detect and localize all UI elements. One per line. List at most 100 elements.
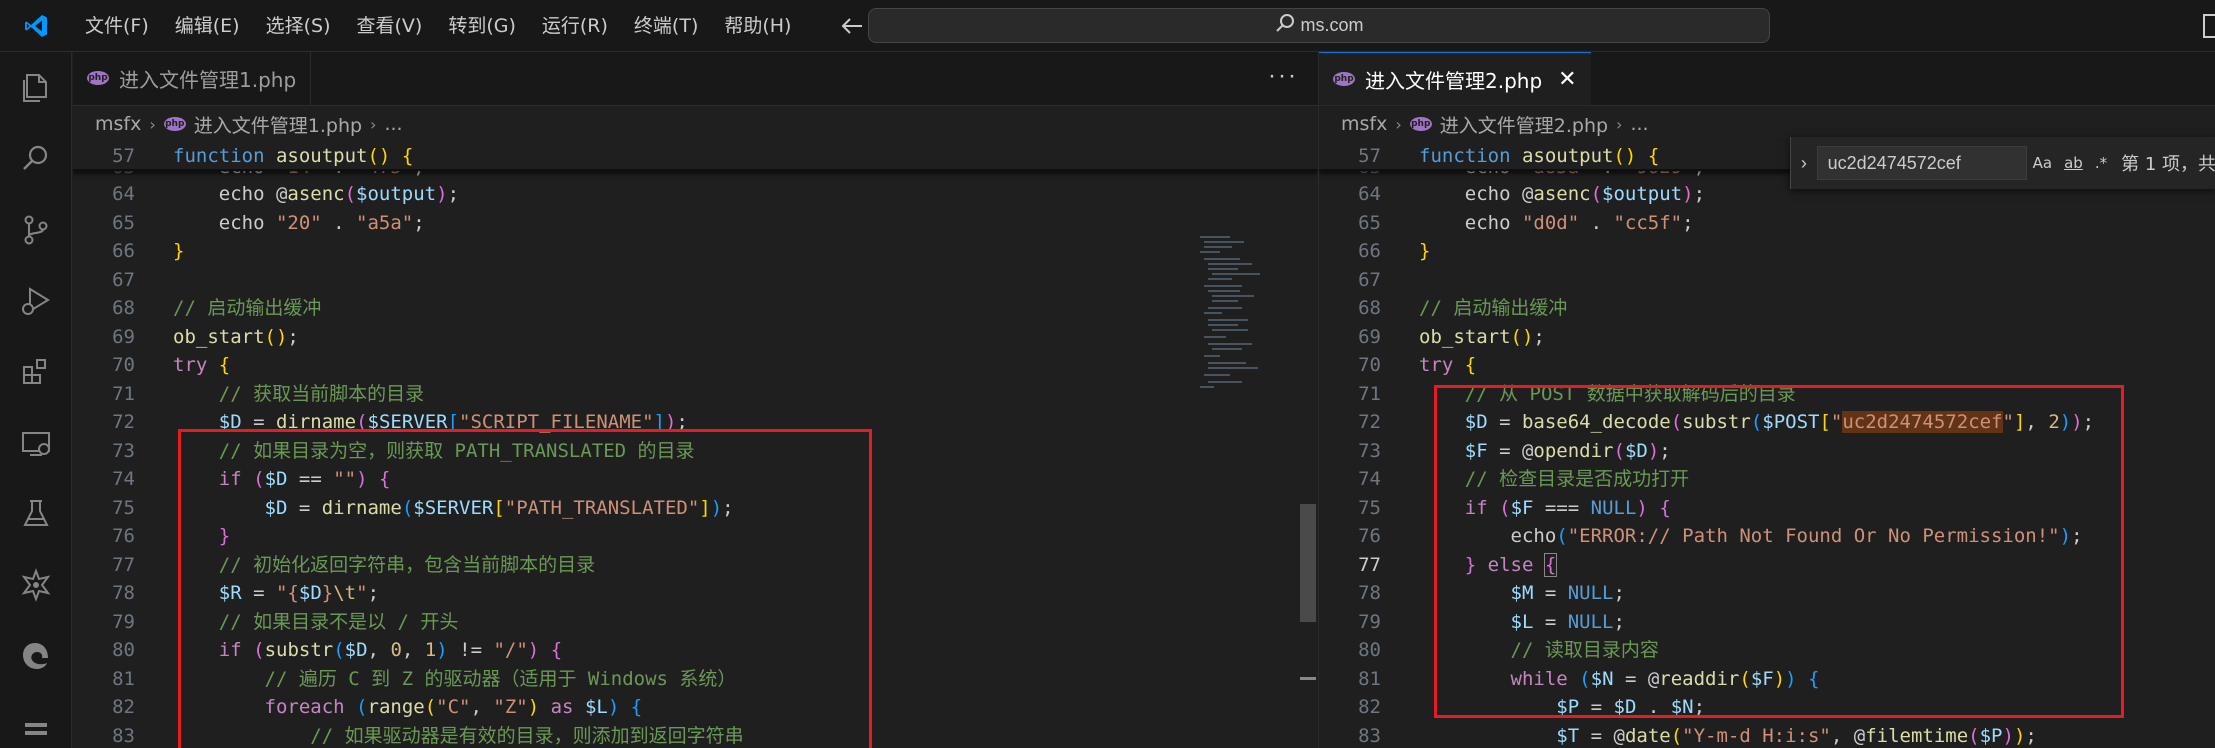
line-number: 78 — [112, 582, 135, 604]
editor-group-right: php 进入文件管理2.php ✕ msfx › php 进入文件管理2.php… — [1318, 52, 2215, 748]
line-number: 68 — [112, 297, 135, 319]
scrollbar-thumb[interactable] — [1300, 504, 1316, 622]
code-line: function asoutput() { — [1419, 145, 1660, 167]
command-center-search[interactable]: ms.com — [868, 8, 1770, 43]
search-text: ms.com — [1300, 15, 1364, 35]
menu-file[interactable]: 文件(F) — [72, 8, 162, 44]
menu-help[interactable]: 帮助(H) — [711, 8, 804, 44]
line-number: 73 — [112, 439, 135, 462]
highlight-annotation-left — [178, 429, 872, 748]
line-number: 71 — [1358, 382, 1381, 405]
line-number: 64 — [1358, 183, 1381, 205]
line-number: 77 — [112, 553, 135, 576]
code-line: echo "20" . "a5a"; — [173, 211, 425, 234]
minimap[interactable] — [1200, 232, 1300, 432]
run-debug-icon[interactable] — [0, 265, 72, 337]
line-number: 64 — [112, 183, 135, 205]
title-bar: 文件(F) 编辑(E) 选择(S) 查看(V) 转到(G) 运行(R) 终端(T… — [0, 0, 2215, 52]
code-editor-right[interactable]: 57function asoutput() { 63 echo "a85a" .… — [1319, 142, 2215, 748]
code-line: echo @asenc($output); — [173, 183, 460, 205]
line-number: 69 — [112, 325, 135, 348]
code-line: ob_start(); — [173, 325, 299, 348]
match-whole-word-icon[interactable]: ab — [2058, 154, 2089, 172]
chevron-right-icon: › — [370, 114, 377, 134]
source-control-icon[interactable] — [0, 194, 72, 266]
code-line: } — [173, 240, 185, 262]
vscode-logo-icon — [0, 0, 72, 52]
breadcrumb-symbol[interactable]: ... — [1630, 113, 1648, 135]
search-icon[interactable] — [0, 123, 72, 195]
line-number: 80 — [112, 639, 135, 661]
tab-file2[interactable]: php 进入文件管理2.php ✕ — [1319, 52, 1591, 105]
code-line: $T = @date("Y-m-d H:i:s", @filemtime($P)… — [1556, 724, 2037, 747]
line-number: 78 — [1358, 582, 1381, 604]
explorer-icon[interactable] — [0, 52, 72, 124]
tab-file1[interactable]: php 进入文件管理1.php — [73, 52, 312, 105]
code-line: try { — [173, 354, 231, 376]
find-input[interactable] — [1816, 146, 2027, 180]
line-number: 74 — [112, 468, 135, 490]
line-number: 81 — [112, 667, 135, 690]
line-number: 76 — [1358, 525, 1381, 547]
code-line: // 获取当前脚本的目录 — [173, 382, 425, 405]
breadcrumb-folder[interactable]: msfx — [95, 113, 141, 135]
find-result-count: 第 1 项，共 — [2121, 154, 2215, 175]
php-file-icon: php — [1409, 117, 1432, 131]
line-number: 71 — [112, 382, 135, 405]
line-number: 68 — [1358, 297, 1381, 319]
code-line: // 启动输出缓冲 — [1419, 297, 1568, 319]
more-actions-icon[interactable]: ··· — [1268, 62, 1298, 90]
menu-edit[interactable]: 编辑(E) — [162, 8, 253, 44]
breadcrumb-file[interactable]: 进入文件管理1.php — [194, 111, 362, 138]
code-editor-left[interactable]: 57function asoutput() { 63 echo "14" . "… — [73, 142, 1318, 748]
menu-selection[interactable]: 选择(S) — [253, 8, 344, 44]
search-icon — [1275, 13, 1295, 38]
sticky-scroll: 57 function asoutput() { — [73, 142, 1318, 171]
testing-icon[interactable] — [0, 478, 72, 550]
highlight-annotation-right — [1434, 385, 2124, 718]
regex-icon[interactable]: .* — [2089, 154, 2113, 172]
extensions-icon[interactable] — [0, 336, 72, 408]
close-icon[interactable]: ✕ — [1558, 67, 1576, 92]
layout-toggle-icon[interactable] — [2203, 14, 2215, 38]
line-number: 72 — [1358, 411, 1381, 433]
remote-explorer-icon[interactable] — [0, 407, 72, 479]
line-number: 82 — [112, 696, 135, 718]
breadcrumb-folder[interactable]: msfx — [1341, 113, 1387, 135]
chevron-right-icon: › — [1616, 114, 1623, 134]
line-number: 79 — [1358, 610, 1381, 633]
line-number: 66 — [112, 240, 135, 262]
chevron-right-icon[interactable]: › — [1791, 153, 1817, 174]
code-line: ob_start(); — [1419, 325, 1545, 348]
line-number: 83 — [1358, 724, 1381, 747]
line-number: 57 — [112, 145, 135, 167]
line-number: 66 — [1358, 240, 1381, 262]
extension-icon[interactable] — [0, 549, 72, 621]
more-icon[interactable] — [0, 691, 72, 748]
line-number: 80 — [1358, 639, 1381, 661]
menu-terminal[interactable]: 终端(T) — [621, 8, 711, 44]
line-number: 69 — [1358, 325, 1381, 348]
menu-run[interactable]: 运行(R) — [529, 8, 621, 44]
find-widget: › Aa ab .* 第 1 项，共 — [1790, 137, 2215, 189]
breadcrumb-symbol[interactable]: ... — [384, 113, 402, 135]
line-number: 76 — [112, 525, 135, 547]
tab-bar-right: php 进入文件管理2.php ✕ — [1319, 52, 2215, 106]
line-number: 57 — [1358, 145, 1381, 167]
back-arrow-icon[interactable] — [832, 6, 872, 46]
menu-view[interactable]: 查看(V) — [344, 8, 436, 44]
match-case-icon[interactable]: Aa — [2027, 154, 2058, 172]
line-number: 70 — [1358, 354, 1381, 376]
breadcrumb-file[interactable]: 进入文件管理2.php — [1440, 111, 1608, 138]
tab-label: 进入文件管理2.php — [1365, 68, 1543, 93]
tab-label: 进入文件管理1.php — [119, 67, 297, 92]
line-number: 72 — [112, 411, 135, 433]
line-number: 79 — [112, 610, 135, 633]
code-line: function asoutput() { — [173, 145, 414, 167]
edge-icon[interactable] — [0, 620, 72, 692]
activity-bar — [0, 52, 72, 748]
editor-group-left: php 进入文件管理1.php ··· msfx › php 进入文件管理1.p… — [73, 52, 1318, 748]
menu-go[interactable]: 转到(G) — [435, 8, 529, 44]
line-number: 81 — [1358, 667, 1381, 690]
line-number: 82 — [1358, 696, 1381, 718]
